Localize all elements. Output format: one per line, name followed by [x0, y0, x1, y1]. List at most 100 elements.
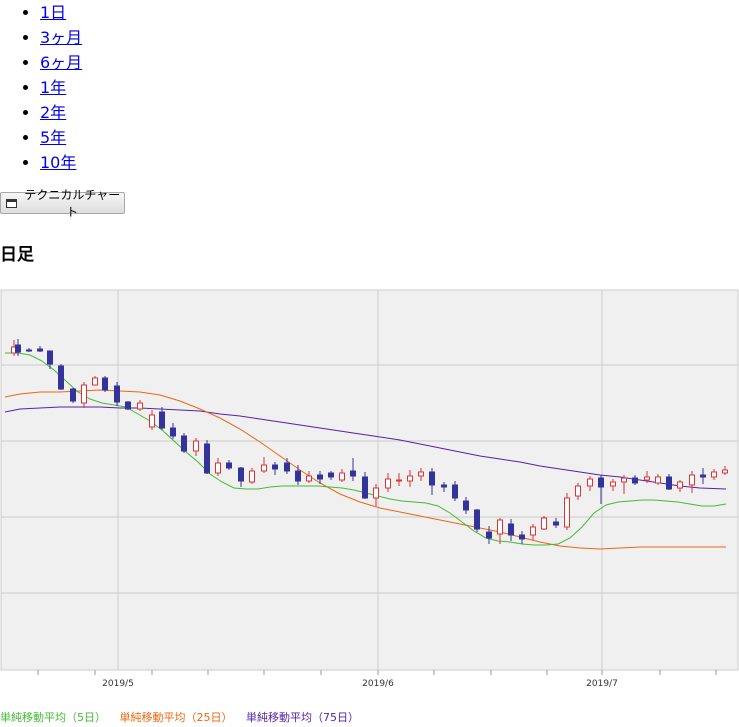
candle-body	[497, 519, 503, 535]
candle	[125, 401, 131, 410]
candle-body	[295, 470, 301, 482]
candle	[102, 376, 108, 392]
candle-body	[362, 476, 368, 499]
candle-body	[677, 481, 683, 489]
candle-body	[317, 474, 323, 480]
candle-body	[541, 517, 547, 530]
period-link-1d[interactable]: 1日	[40, 3, 66, 22]
candle-body	[452, 484, 458, 499]
x-tick-label: 2019/6	[362, 679, 394, 689]
candle-body	[125, 401, 131, 410]
candle-body	[306, 475, 312, 482]
candle-body	[519, 534, 525, 540]
candle-body	[181, 435, 187, 452]
technical-chart-label: テクニカルチャート	[24, 188, 121, 219]
window-icon	[6, 198, 17, 208]
candle-body	[272, 464, 278, 470]
page-title: 日足	[0, 245, 34, 265]
candle-body	[102, 377, 108, 391]
candle-body	[689, 474, 695, 486]
candle-body	[700, 474, 706, 478]
candle-body	[575, 485, 581, 497]
legend-ma75: 単純移動平均（75日）	[246, 711, 359, 724]
period-link-1y[interactable]: 1年	[40, 78, 66, 97]
candle-body	[474, 509, 480, 530]
candle-body	[114, 385, 120, 403]
candle-body	[328, 472, 334, 478]
candle-body	[587, 478, 593, 487]
candle	[58, 364, 64, 390]
plot-area	[0, 289, 739, 671]
candlestick-chart: 2019/5 2019/6 2019/7	[0, 289, 739, 689]
candle-body	[463, 500, 469, 511]
period-item: 10年	[40, 150, 82, 175]
legend-ma5: 単純移動平均（5日）	[0, 711, 106, 724]
candle-body	[238, 467, 244, 482]
candle-body	[711, 471, 717, 478]
candle	[541, 516, 547, 530]
candle	[564, 493, 570, 530]
candle-body	[553, 521, 559, 526]
candle-body	[193, 440, 199, 452]
candle-body	[429, 471, 435, 486]
legend: 単純移動平均（5日） 単純移動平均（25日） 単純移動平均（75日）	[0, 709, 369, 725]
candle-body	[204, 443, 210, 474]
candle-body	[486, 531, 492, 539]
candle-body	[339, 472, 345, 481]
candle-body	[215, 462, 221, 474]
candle	[181, 433, 187, 453]
candle-body	[159, 411, 165, 429]
candle	[114, 382, 120, 406]
candle-body	[407, 475, 413, 482]
candle-body	[655, 476, 661, 484]
candle-body	[137, 402, 143, 410]
period-link-2y[interactable]: 2年	[40, 103, 66, 122]
candle-body	[508, 523, 514, 536]
candle-body	[26, 349, 32, 352]
candle-body	[47, 350, 53, 365]
candle-body	[70, 388, 76, 402]
candle-body	[37, 348, 43, 352]
candle-body	[564, 497, 570, 528]
candle-body	[149, 414, 155, 428]
period-link-6m[interactable]: 6ヶ月	[40, 53, 82, 72]
candle-body	[632, 477, 638, 484]
candle-body	[666, 476, 672, 490]
period-item: 5年	[40, 125, 82, 150]
period-item: 2年	[40, 100, 82, 125]
period-item: 1日	[40, 0, 82, 25]
candle-body	[261, 464, 267, 472]
period-item: 1年	[40, 75, 82, 100]
legend-ma25: 単純移動平均（25日）	[119, 711, 233, 724]
candle-body	[610, 481, 616, 487]
period-link-10y[interactable]: 10年	[40, 153, 76, 172]
x-minor-ticks	[37, 670, 717, 675]
candle	[204, 440, 210, 474]
candle-body	[284, 462, 290, 472]
candle-body	[81, 384, 87, 404]
candle-body	[598, 477, 604, 488]
technical-chart-button[interactable]: テクニカルチャート	[0, 188, 125, 219]
candle	[474, 509, 480, 532]
x-tick-label: 2019/5	[102, 679, 134, 689]
candle-body	[226, 462, 232, 469]
candle-body	[58, 365, 64, 390]
candle-body	[418, 471, 424, 477]
candle-body	[396, 479, 402, 482]
candle-body	[373, 487, 379, 499]
period-item: 6ヶ月	[40, 50, 82, 75]
x-tick-label: 2019/7	[586, 679, 618, 689]
candle-body	[170, 427, 176, 437]
candle-body	[722, 469, 728, 474]
period-link-3m[interactable]: 3ヶ月	[40, 28, 82, 47]
candle-body	[441, 484, 447, 488]
period-link-5y[interactable]: 5年	[40, 128, 66, 147]
candle-body	[385, 478, 391, 489]
candle-body	[350, 470, 356, 477]
candle-body	[92, 377, 98, 386]
candle-body	[249, 470, 255, 483]
candle-body	[621, 477, 627, 483]
x-tick-labels: 2019/5 2019/6 2019/7	[102, 679, 618, 689]
candle-body	[15, 344, 21, 353]
period-item: 3ヶ月	[40, 25, 82, 50]
